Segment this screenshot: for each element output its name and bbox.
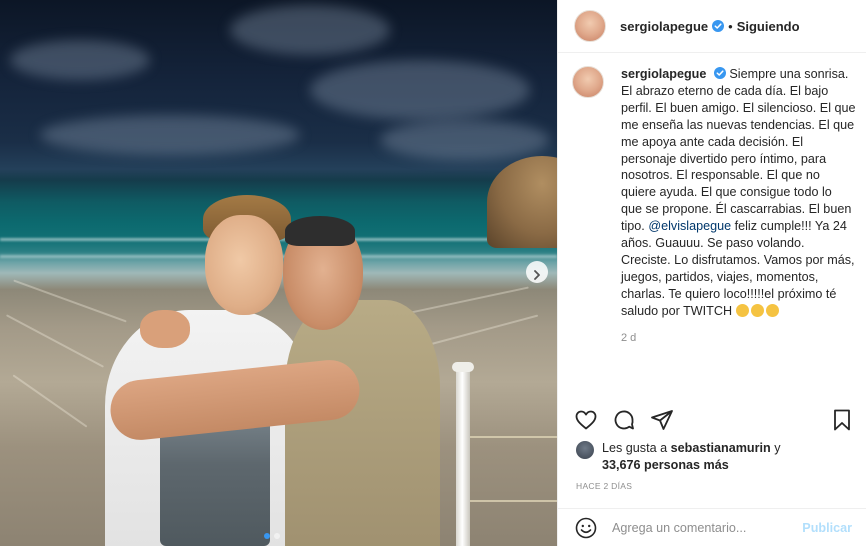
white-post-cap bbox=[452, 362, 474, 372]
caption-username[interactable]: sergiolapegue bbox=[621, 67, 706, 81]
post-side-panel: sergiolapegue • Siguiendo sergiolapegue … bbox=[557, 0, 866, 546]
cloud bbox=[310, 60, 530, 120]
action-bar bbox=[574, 405, 854, 435]
hand-on-shoulder bbox=[140, 310, 190, 348]
carousel-dot bbox=[274, 533, 280, 539]
person-young-face bbox=[205, 215, 283, 315]
paper-plane-icon[interactable] bbox=[650, 408, 674, 432]
header-username[interactable]: sergiolapegue bbox=[620, 19, 708, 34]
white-post bbox=[456, 362, 470, 546]
cloud bbox=[40, 115, 300, 155]
carousel-next-button[interactable] bbox=[526, 261, 548, 283]
avatar[interactable] bbox=[574, 10, 606, 42]
post-photo[interactable] bbox=[0, 0, 557, 546]
publish-button[interactable]: Publicar bbox=[802, 521, 852, 535]
cloud bbox=[10, 40, 150, 80]
separator: • bbox=[728, 18, 733, 34]
cloud bbox=[380, 120, 550, 160]
comment-input[interactable] bbox=[612, 520, 803, 535]
carousel-dot-active bbox=[264, 533, 270, 539]
rolling-on-floor-laughing-icon bbox=[750, 303, 764, 317]
sand-ridge bbox=[421, 314, 539, 348]
likes-prefix: Les gusta a bbox=[602, 441, 671, 455]
comment-composer: Publicar bbox=[558, 508, 866, 546]
likes-summary: Les gusta a sebastianamurin y 33,676 per… bbox=[576, 440, 856, 474]
cloud bbox=[230, 5, 390, 55]
post-timestamp[interactable]: HACE 2 DÍAS bbox=[576, 481, 632, 491]
rolling-on-floor-laughing-icon bbox=[765, 303, 779, 317]
likes-text: Les gusta a sebastianamurin y 33,676 per… bbox=[602, 440, 781, 474]
comment-icon[interactable] bbox=[612, 408, 636, 432]
liker-username[interactable]: sebastianamurin bbox=[671, 441, 771, 455]
sand-ridge bbox=[12, 374, 88, 428]
rope bbox=[470, 436, 557, 438]
caption-avatar[interactable] bbox=[572, 66, 604, 98]
chevron-right-icon bbox=[534, 270, 540, 280]
bookmark-icon[interactable] bbox=[830, 408, 854, 432]
smiley-icon[interactable] bbox=[574, 516, 598, 540]
rolling-on-floor-laughing-icon bbox=[735, 303, 749, 317]
likes-count-link[interactable]: 33,676 personas más bbox=[602, 458, 729, 472]
sand-ridge bbox=[13, 279, 127, 323]
palapa-umbrella bbox=[487, 156, 557, 248]
caption-age[interactable]: 2 d bbox=[621, 330, 856, 347]
verified-badge-icon bbox=[713, 67, 726, 79]
caption: sergiolapegue Siempre una sonrisa. El ab… bbox=[621, 66, 856, 401]
heart-icon[interactable] bbox=[574, 408, 598, 432]
liker-avatar[interactable] bbox=[576, 441, 594, 459]
following-button[interactable]: Siguiendo bbox=[737, 19, 800, 34]
verified-badge-icon bbox=[712, 20, 725, 32]
caption-text: Siempre una sonrisa. El abrazo eterno de… bbox=[621, 67, 856, 234]
carousel-indicator bbox=[264, 533, 280, 539]
caption-mention-link[interactable]: @elvislapegue bbox=[648, 219, 731, 233]
caption-area: sergiolapegue Siempre una sonrisa. El ab… bbox=[572, 66, 856, 401]
likes-connector: y bbox=[770, 441, 781, 455]
rope bbox=[470, 500, 557, 502]
sand-ridge bbox=[401, 286, 529, 316]
person-older-hair bbox=[285, 216, 355, 246]
person-older-shirt bbox=[285, 300, 440, 546]
post-header: sergiolapegue • Siguiendo bbox=[558, 0, 866, 53]
sand-ridge bbox=[5, 314, 105, 368]
caption-text-cont: feliz cumple!!! Ya 24 años. Guauuu. Se p… bbox=[621, 219, 855, 318]
